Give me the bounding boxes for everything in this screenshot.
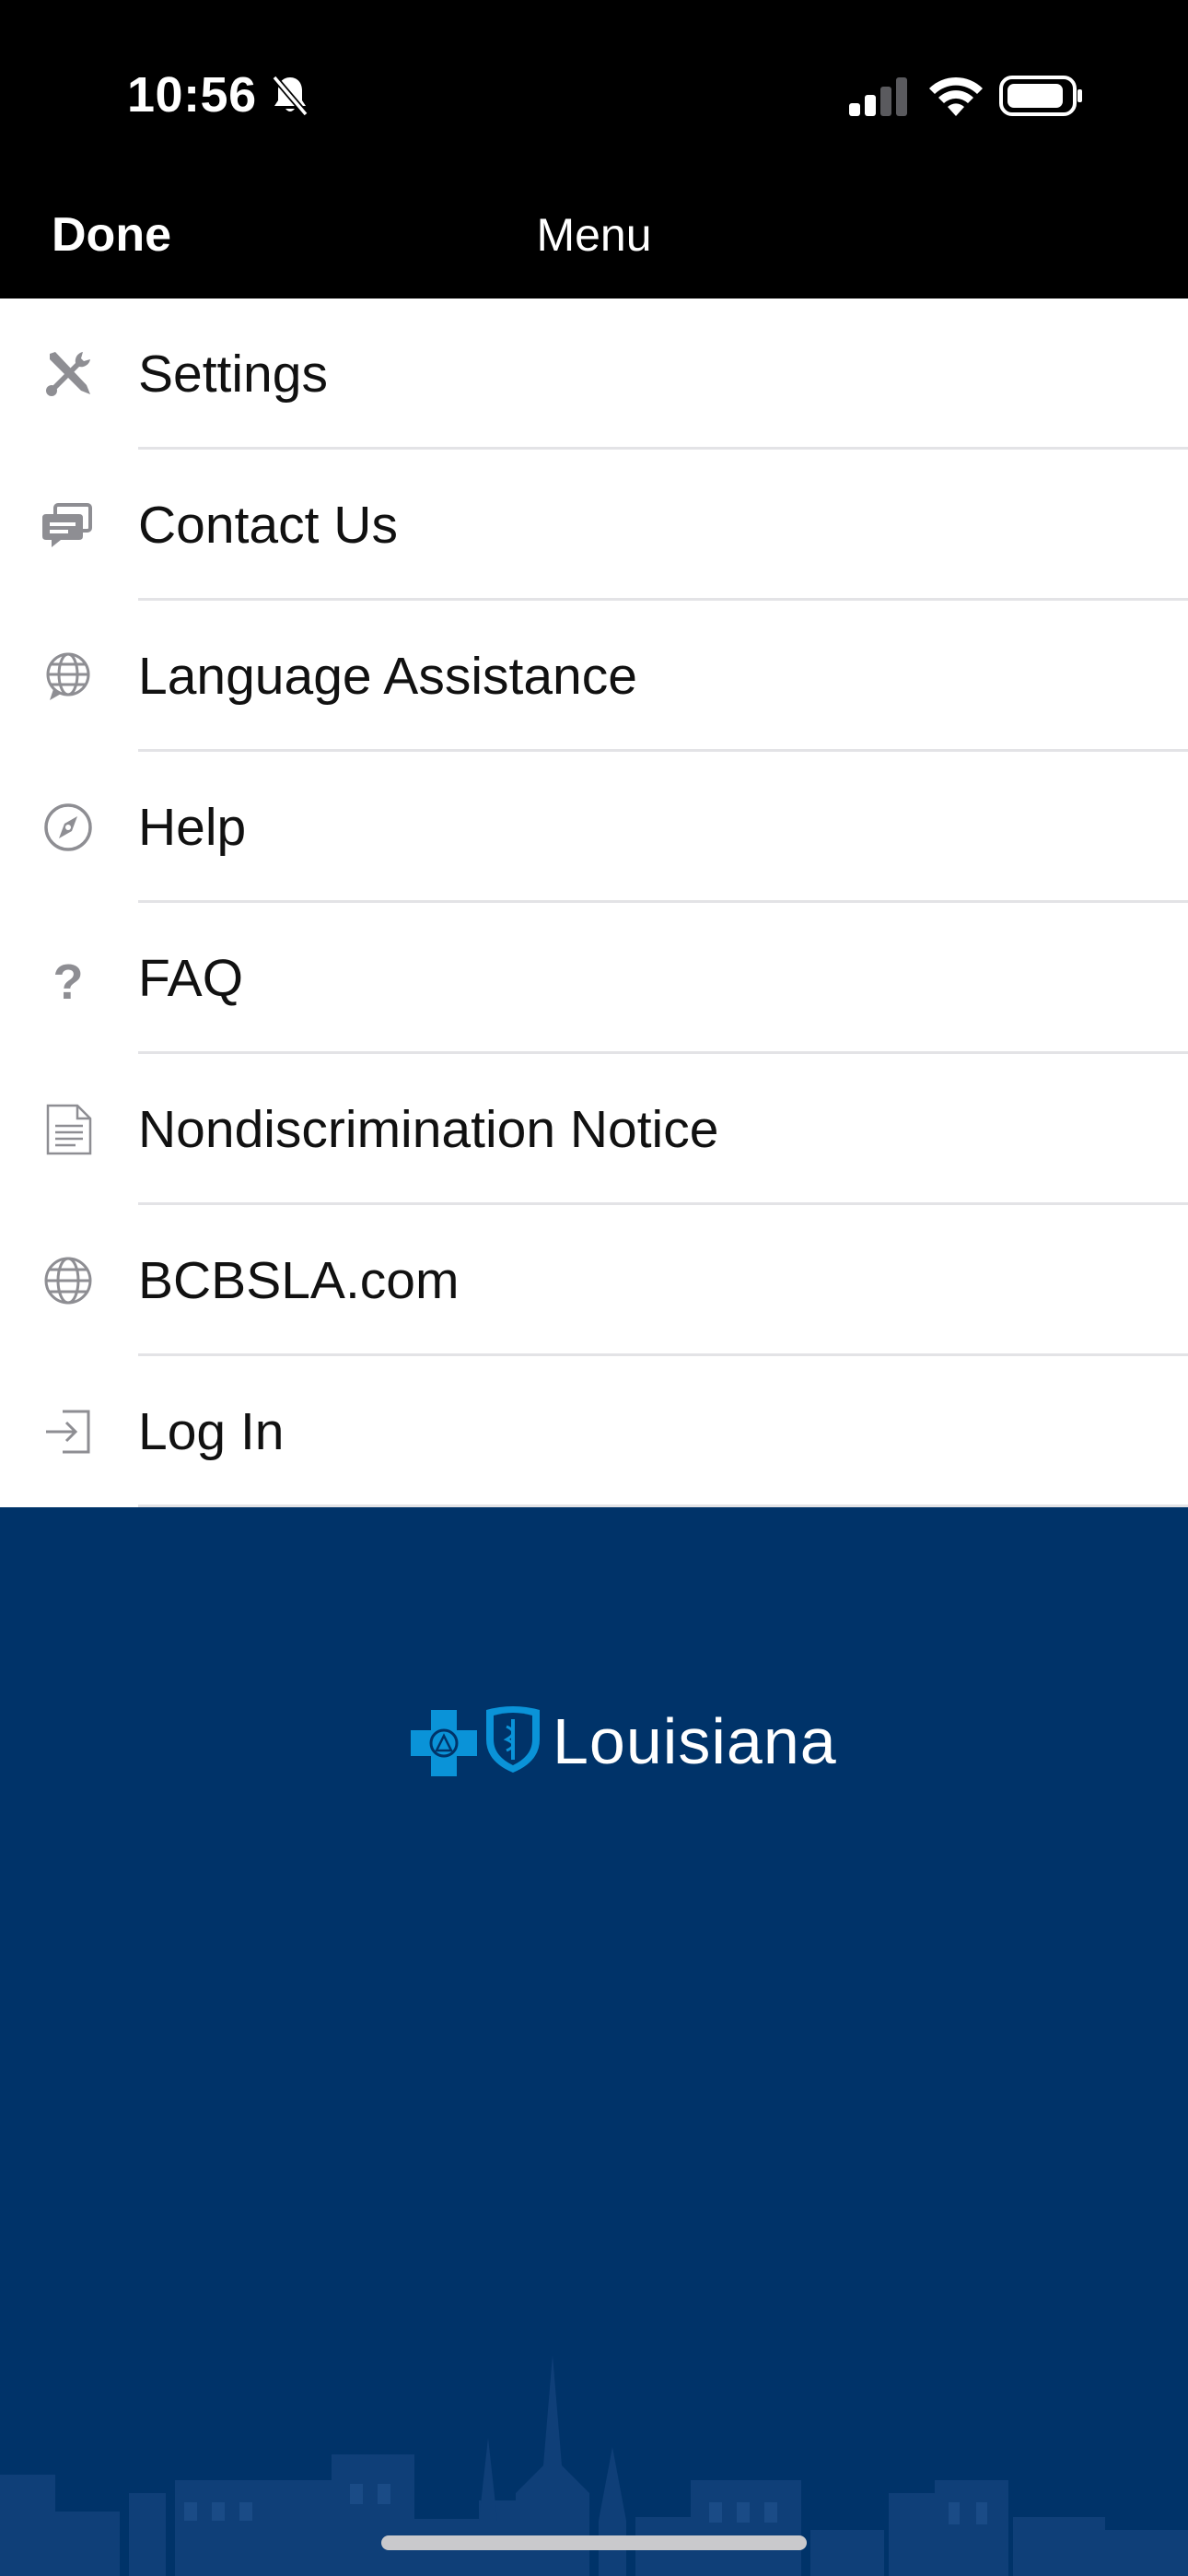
- login-arrow-icon: [46, 1410, 90, 1454]
- chat-bubble-icon: [42, 503, 92, 547]
- menu-item-nondiscrimination-notice[interactable]: Nondiscrimination Notice: [0, 1054, 1188, 1205]
- city-skyline-illustration: [0, 2355, 1188, 2576]
- menu-item-label: Settings: [138, 345, 328, 404]
- menu-item-faq[interactable]: ? FAQ: [0, 903, 1188, 1054]
- menu-item-label: Contact Us: [138, 496, 398, 555]
- menu-item-label: Help: [138, 798, 247, 857]
- menu-item-log-in[interactable]: Log In: [0, 1356, 1188, 1507]
- navigation-bar: Done Menu: [0, 184, 1188, 299]
- document-icon: [46, 1104, 92, 1155]
- globe-speech-icon: [46, 652, 90, 700]
- brand-background: Louisiana: [0, 1507, 1188, 2576]
- menu-item-settings[interactable]: Settings: [0, 299, 1188, 450]
- logo-text: Louisiana: [553, 1705, 837, 1777]
- menu-item-label: Nondiscrimination Notice: [138, 1100, 719, 1159]
- status-bar: 10:56: [0, 0, 1188, 184]
- bell-muted-icon: [272, 75, 309, 117]
- bcbs-louisiana-logo: Louisiana: [409, 1699, 836, 1787]
- menu-item-label: BCBSLA.com: [138, 1251, 460, 1310]
- menu-item-label: Language Assistance: [138, 647, 637, 706]
- wrench-screwdriver-icon: [46, 352, 90, 396]
- menu-item-language-assistance[interactable]: Language Assistance: [0, 601, 1188, 752]
- compass-icon: [44, 803, 92, 851]
- blue-shield-icon: [486, 1706, 540, 1773]
- nav-title: Menu: [536, 209, 652, 261]
- status-time: 10:56: [127, 67, 257, 123]
- question-mark-icon: ?: [53, 954, 84, 1006]
- blue-cross-icon: [411, 1710, 477, 1776]
- menu-list: Settings Contact Us Language Assistance: [0, 299, 1188, 1507]
- wifi-icon: [929, 76, 983, 116]
- menu-item-label: FAQ: [138, 949, 244, 1008]
- battery-icon: [999, 76, 1082, 116]
- svg-text:?: ?: [53, 954, 84, 1006]
- menu-item-bcbsla-com[interactable]: BCBSLA.com: [0, 1205, 1188, 1356]
- menu-item-contact-us[interactable]: Contact Us: [0, 450, 1188, 601]
- cellular-signal-icon: [849, 77, 907, 116]
- globe-icon: [44, 1257, 92, 1305]
- menu-item-help[interactable]: Help: [0, 752, 1188, 903]
- menu-item-label: Log In: [138, 1402, 285, 1461]
- screen: 10:56 Done Menu Settings Contact Us Lang…: [0, 0, 1188, 2576]
- home-indicator[interactable]: [381, 2535, 807, 2550]
